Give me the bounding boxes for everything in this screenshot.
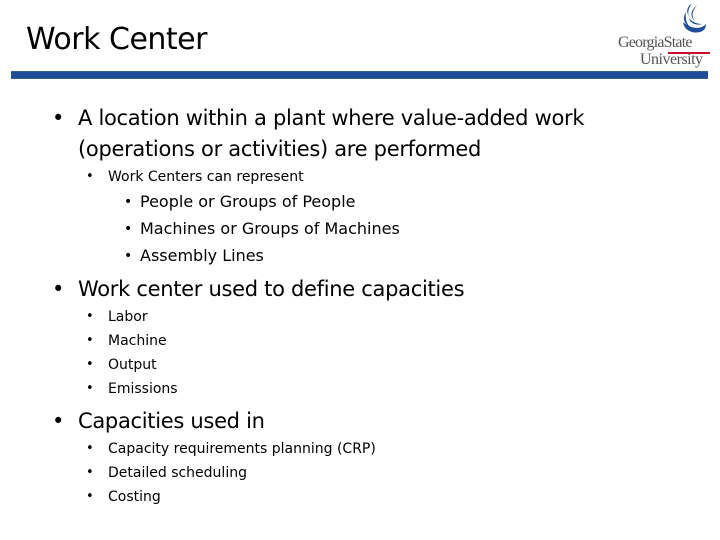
sub-bullet-item: • Capacity requirements planning (CRP) — [86, 437, 376, 461]
bullet-text: A location within a plant where value-ad… — [78, 106, 585, 130]
bullet-icon: • — [124, 194, 133, 210]
bullet-icon: • — [124, 248, 133, 264]
bullet-icon: • — [86, 465, 94, 480]
sub-bullet-text: Machine — [108, 333, 167, 349]
sub-bullet-item: • Work Centers can represent — [86, 165, 304, 189]
bullet-text: Capacities used in — [78, 409, 265, 433]
slide-body: • A location within a plant where value-… — [0, 0, 720, 540]
sub-sub-bullet-item: • Machines or Groups of Machines — [124, 216, 400, 242]
sub-bullet-text: Detailed scheduling — [108, 465, 247, 481]
bullet-icon: • — [52, 277, 65, 301]
sub-sub-bullet-text: Assembly Lines — [140, 246, 264, 265]
bullet-icon: • — [86, 309, 94, 324]
bullet-item: • Capacities used in — [52, 406, 265, 436]
sub-bullet-text: Output — [108, 357, 157, 373]
sub-bullet-text: Costing — [108, 489, 161, 505]
sub-bullet-item: • Machine — [86, 329, 167, 353]
sub-bullet-text: Labor — [108, 309, 148, 325]
bullet-icon: • — [124, 221, 133, 237]
sub-bullet-item: • Detailed scheduling — [86, 461, 247, 485]
bullet-icon: • — [52, 409, 65, 433]
bullet-continuation: (operations or activities) are performed — [78, 134, 481, 164]
bullet-icon: • — [86, 489, 94, 504]
bullet-icon: • — [86, 169, 94, 184]
bullet-icon: • — [86, 381, 94, 396]
sub-bullet-item: • Costing — [86, 485, 161, 509]
bullet-item: • A location within a plant where value-… — [52, 103, 585, 133]
bullet-icon: • — [52, 106, 65, 130]
sub-bullet-item: • Output — [86, 353, 157, 377]
sub-bullet-text: Work Centers can represent — [108, 169, 304, 185]
bullet-text: Work center used to define capacities — [78, 277, 465, 301]
sub-bullet-item: • Emissions — [86, 377, 178, 401]
bullet-item: • Work center used to define capacities — [52, 274, 465, 304]
bullet-icon: • — [86, 441, 94, 456]
sub-sub-bullet-item: • Assembly Lines — [124, 243, 264, 269]
sub-bullet-text: Capacity requirements planning (CRP) — [108, 441, 376, 457]
bullet-icon: • — [86, 333, 94, 348]
sub-sub-bullet-text: Machines or Groups of Machines — [140, 219, 400, 238]
sub-sub-bullet-item: • People or Groups of People — [124, 189, 356, 215]
sub-sub-bullet-text: People or Groups of People — [140, 192, 356, 211]
bullet-icon: • — [86, 357, 94, 372]
sub-bullet-item: • Labor — [86, 305, 148, 329]
sub-bullet-text: Emissions — [108, 381, 178, 397]
bullet-text: (operations or activities) are performed — [78, 137, 482, 161]
